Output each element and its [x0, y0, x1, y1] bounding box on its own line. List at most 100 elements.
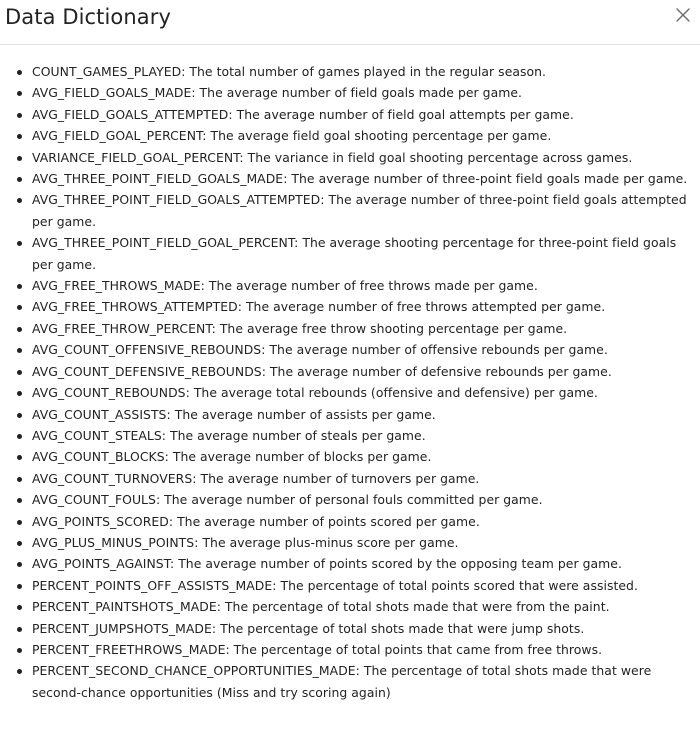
list-item: AVG_FREE_THROWS_MADE: The average number… [0, 275, 700, 296]
field-description: The total number of games played in the … [189, 64, 547, 79]
list-item: AVG_COUNT_FOULS: The average number of p… [0, 489, 700, 510]
bullet [17, 583, 22, 589]
field-description: The average number of personal fouls com… [164, 492, 543, 508]
bullet [17, 498, 22, 504]
bullet [17, 519, 22, 525]
bullet [17, 70, 22, 75]
bullet [17, 134, 22, 140]
list-item: AVG_COUNT_TURNOVERS: The average number … [0, 468, 700, 489]
list-item: COUNT_GAMES_PLAYED: The total number of … [0, 61, 700, 82]
field-separator: : [261, 363, 270, 379]
dialog-title: Data Dictionary [5, 5, 172, 29]
field-description: The average number of points scored per … [177, 513, 480, 529]
field-separator: : [164, 449, 173, 465]
field-description: The average field goal shooting percenta… [210, 128, 552, 144]
list-item: AVG_COUNT_DEFENSIVE_REBOUNDS: The averag… [0, 361, 700, 382]
field-name: AVG_POINTS_SCORED [32, 513, 169, 529]
data-dictionary-list: COUNT_GAMES_PLAYED: The total number of … [0, 61, 700, 703]
field-description: The average total rebounds (offensive an… [193, 385, 598, 401]
field-description: The average number of points scored by t… [178, 556, 622, 572]
field-name: AVG_PLUS_MINUS_POINTS [32, 534, 195, 550]
field-description: The average number of steals per game. [170, 427, 426, 443]
field-separator: : [225, 641, 234, 657]
list-item: AVG_POINTS_AGAINST: The average number o… [0, 553, 700, 574]
close-icon [676, 8, 690, 22]
field-name: AVG_COUNT_TURNOVERS [32, 470, 193, 486]
field-name: PERCENT_JUMPSHOTS_MADE [32, 620, 212, 636]
bullet [17, 647, 22, 653]
field-description: The average number of blocks per game. [172, 449, 432, 465]
list-item: PERCENT_PAINTSHOTS_MADE: The percentage … [0, 596, 700, 617]
field-name: AVG_COUNT_ASSISTS [32, 406, 167, 422]
field-description: The average number of offensive rebounds… [269, 342, 608, 358]
list-item: PERCENT_FREETHROWS_MADE: The percentage … [0, 639, 700, 660]
bullet [17, 198, 22, 204]
list-item: PERCENT_POINTS_OFF_ASSISTS_MADE: The per… [0, 575, 700, 596]
field-description: The percentage of total shots made that … [224, 599, 610, 615]
bullet [17, 284, 22, 290]
field-description: The average plus-minus score per game. [202, 534, 459, 550]
bullet [17, 540, 22, 546]
list-item: AVG_FREE_THROWS_ATTEMPTED: The average n… [0, 296, 700, 317]
field-name: AVG_COUNT_BLOCKS [32, 449, 165, 465]
field-name: AVG_COUNT_REBOUNDS [32, 385, 186, 401]
field-description: The average number of assists per game. [174, 406, 436, 422]
field-separator: : [168, 513, 178, 529]
field-name: AVG_COUNT_DEFENSIVE_REBOUNDS [32, 363, 262, 379]
list-item: AVG_THREE_POINT_FIELD_GOALS_ATTEMPTED: T… [0, 189, 700, 232]
list-item: AVG_THREE_POINT_FIELD_GOAL_PERCENT: The … [0, 232, 700, 275]
field-description: The average free throw shooting percenta… [219, 320, 568, 336]
field-description: The percentage of total points scored th… [280, 577, 638, 593]
field-name: AVG_FIELD_GOALS_MADE [32, 85, 192, 101]
field-separator: : [185, 385, 194, 401]
bullet [17, 391, 22, 397]
field-description: The percentage of total points that came… [233, 641, 603, 657]
list-item: AVG_POINTS_SCORED: The average number of… [0, 511, 700, 532]
bullet [17, 91, 22, 97]
field-separator: : [200, 278, 209, 294]
field-separator: : [155, 492, 165, 508]
close-button[interactable] [672, 4, 694, 26]
field-description: The average number of three-point field … [291, 171, 688, 187]
bullet [17, 476, 22, 482]
bullet [17, 241, 22, 247]
list-item: AVG_PLUS_MINUS_POINTS: The average plus-… [0, 532, 700, 553]
bullet [17, 562, 22, 568]
bullet [17, 433, 22, 439]
list-item: AVG_COUNT_STEALS: The average number of … [0, 425, 700, 446]
field-separator: : [237, 299, 246, 315]
field-name: COUNT_GAMES_PLAYED [32, 64, 182, 79]
bullet [17, 326, 22, 332]
bullet [17, 669, 22, 675]
list-item: AVG_FIELD_GOALS_MADE: The average number… [0, 82, 700, 103]
dialog-header: Data Dictionary [0, 0, 700, 45]
bullet [17, 177, 22, 183]
field-name: AVG_THREE_POINT_FIELD_GOAL_PERCENT [32, 235, 295, 251]
bullet [17, 112, 22, 118]
field-separator: : [239, 149, 248, 165]
field-separator: : [355, 663, 364, 679]
field-name: PERCENT_FREETHROWS_MADE [32, 641, 226, 657]
bullet [17, 605, 22, 611]
list-item: AVG_COUNT_OFFENSIVE_REBOUNDS: The averag… [0, 339, 700, 360]
field-description: The average number of turnovers per game… [200, 470, 480, 486]
list-item: AVG_FREE_THROW_PERCENT: The average free… [0, 318, 700, 339]
field-name: AVG_FREE_THROW_PERCENT [32, 320, 212, 336]
bullet [17, 455, 22, 461]
bullet [17, 348, 22, 354]
field-name: AVG_FREE_THROWS_ATTEMPTED [32, 299, 238, 315]
bullet [17, 155, 22, 161]
field-separator: : [191, 85, 200, 101]
field-name: PERCENT_PAINTSHOTS_MADE [32, 599, 217, 615]
field-separator: : [216, 599, 225, 615]
field-description: The percentage of total shots made that … [220, 620, 585, 636]
field-description: The variance in field goal shooting perc… [247, 149, 633, 165]
field-name: AVG_COUNT_OFFENSIVE_REBOUNDS [32, 342, 262, 358]
field-name: PERCENT_SECOND_CHANCE_OPPORTUNITIES_MADE [32, 663, 356, 679]
bullet [17, 412, 22, 418]
bullet [17, 369, 22, 375]
field-separator: : [211, 320, 220, 336]
field-name: PERCENT_POINTS_OFF_ASSISTS_MADE [32, 577, 273, 593]
field-description: The average number of free throws attemp… [245, 299, 606, 315]
field-description: The average number of field goal attempt… [236, 106, 574, 122]
